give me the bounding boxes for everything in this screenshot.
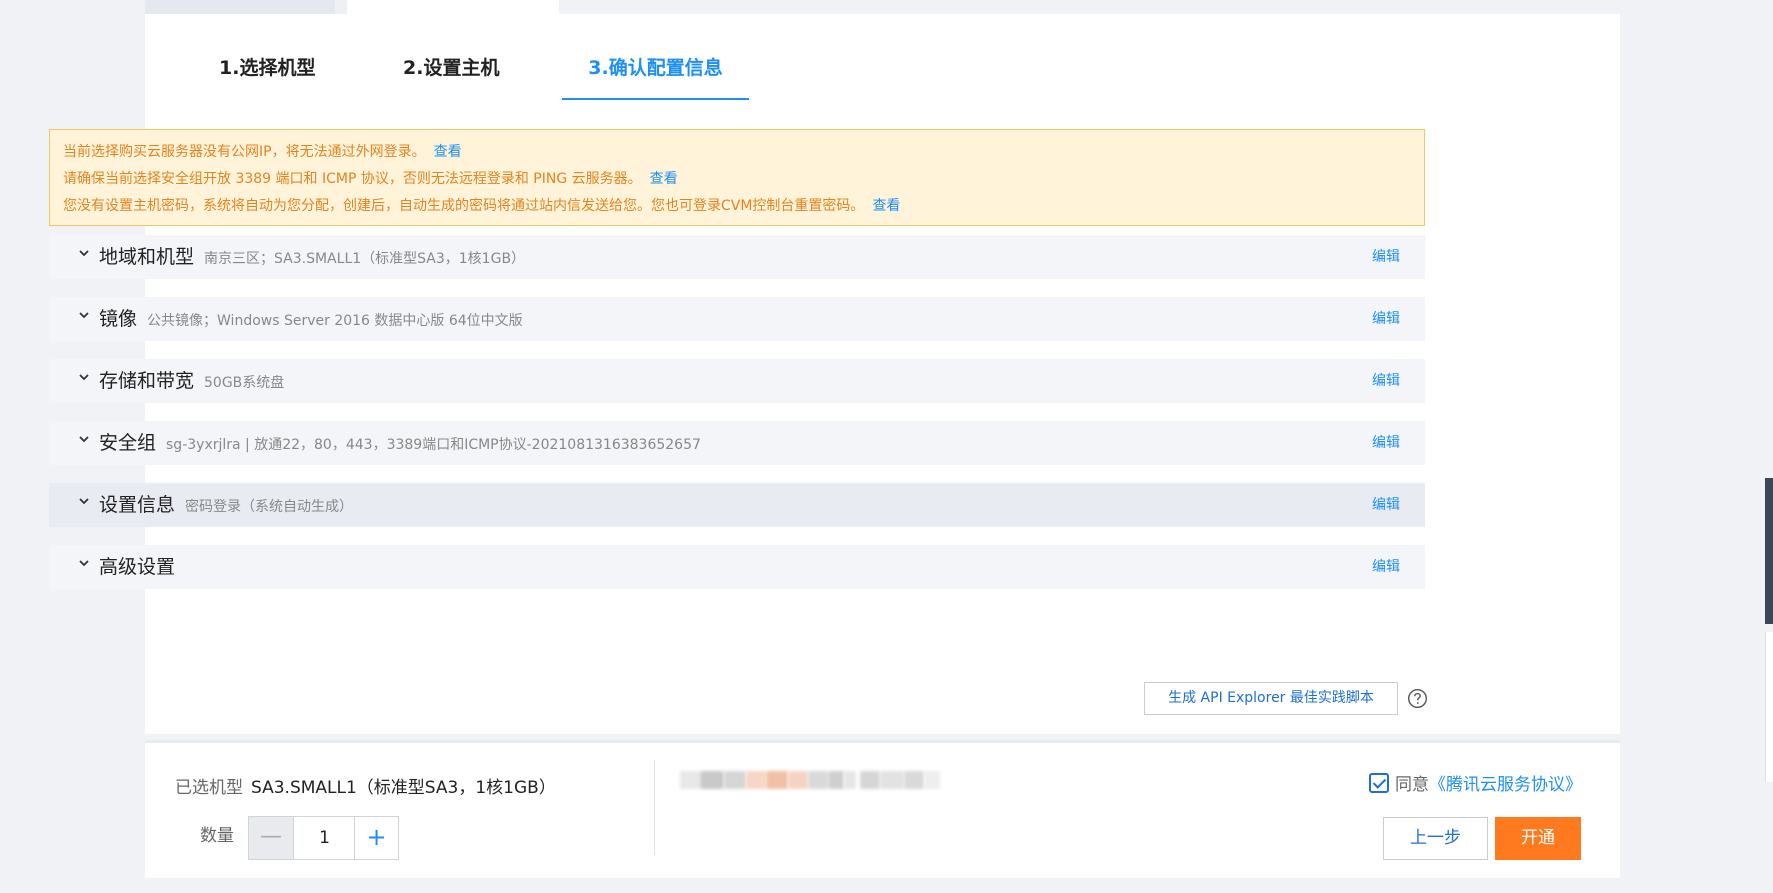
section-summary: 公共镜像；Windows Server 2016 数据中心版 64位中文版 [147, 313, 523, 329]
notice-view-link[interactable]: 查看 [650, 171, 678, 187]
blurred-price [680, 765, 950, 795]
section-advanced[interactable]: 高级设置 编辑 [49, 545, 1425, 589]
section-summary: 密码登录（系统自动生成） [185, 499, 354, 515]
notice-view-link[interactable]: 查看 [434, 144, 462, 160]
edit-link[interactable]: 编辑 [1372, 297, 1400, 341]
section-title: 设置信息 密码登录（系统自动生成） [99, 494, 354, 516]
chevron-down-icon[interactable] [76, 245, 92, 261]
notice-text: 请确保当前选择安全组开放 3389 端口和 ICMP 协议，否则无法远程登录和 … [63, 171, 642, 187]
quantity-input[interactable]: 1 [294, 817, 355, 859]
edit-link[interactable]: 编辑 [1372, 235, 1400, 279]
notice-text: 当前选择购买云服务器没有公网IP，将无法通过外网登录。 [63, 144, 426, 160]
edit-link[interactable]: 编辑 [1372, 359, 1400, 403]
top-tab-strip [145, 0, 1620, 14]
bottom-divider [654, 760, 655, 855]
section-title: 镜像 公共镜像；Windows Server 2016 数据中心版 64位中文版 [99, 308, 523, 330]
section-summary: sg-3yxrjlra | 放通22，80，443，3389端口和ICMP协议-… [166, 437, 701, 453]
quantity-increment-button[interactable]: + [354, 817, 398, 859]
section-storage-bandwidth[interactable]: 存储和带宽 50GB系统盘 编辑 [49, 359, 1425, 403]
section-image[interactable]: 镜像 公共镜像；Windows Server 2016 数据中心版 64位中文版 … [49, 297, 1425, 341]
section-region-model[interactable]: 地域和机型 南京三区；SA3.SMALL1（标准型SA3，1核1GB） 编辑 [49, 235, 1425, 279]
api-explorer-button[interactable]: 生成 API Explorer 最佳实践脚本 [1144, 682, 1398, 715]
top-tab-current [347, 0, 559, 14]
help-icon[interactable] [1407, 688, 1428, 709]
step-setup-host[interactable]: 2.设置主机 [403, 48, 563, 100]
selected-model-label: 已选机型 [175, 778, 243, 798]
section-summary: 50GB系统盘 [204, 375, 285, 391]
section-title: 地域和机型 南京三区；SA3.SMALL1（标准型SA3，1核1GB） [99, 246, 526, 268]
notice-text: 您没有设置主机密码，系统将自动为您分配，创建后，自动生成的密码将通过站内信发送给… [63, 198, 865, 214]
section-settings-info[interactable]: 设置信息 密码登录（系统自动生成） 编辑 [49, 483, 1425, 527]
top-tab-previous [145, 0, 335, 14]
notice-line: 请确保当前选择安全组开放 3389 端口和 ICMP 协议，否则无法远程登录和 … [63, 166, 1424, 193]
chevron-down-icon[interactable] [76, 555, 92, 571]
section-summary: 南京三区；SA3.SMALL1（标准型SA3，1核1GB） [204, 251, 526, 267]
edit-link[interactable]: 编辑 [1372, 421, 1400, 465]
step-confirm-config[interactable]: 3.确认配置信息 [562, 48, 749, 100]
section-title: 高级设置 [99, 556, 176, 578]
top-tab-gap [335, 0, 347, 14]
notice-line: 您没有设置主机密码，系统将自动为您分配，创建后，自动生成的密码将通过站内信发送给… [63, 193, 1424, 220]
quantity-stepper: — 1 + [248, 816, 399, 860]
edit-link[interactable]: 编辑 [1372, 545, 1400, 589]
edit-link[interactable]: 编辑 [1372, 483, 1400, 527]
chevron-down-icon[interactable] [76, 369, 92, 385]
section-security-group[interactable]: 安全组 sg-3yxrjlra | 放通22，80，443，3389端口和ICMP… [49, 421, 1425, 465]
quantity-label: 数量 [200, 826, 234, 846]
notice-line: 当前选择购买云服务器没有公网IP，将无法通过外网登录。 查看 [63, 139, 1424, 166]
section-title: 存储和带宽 50GB系统盘 [99, 370, 285, 392]
selected-model-value: SA3.SMALL1（标准型SA3，1核1GB） [251, 778, 556, 798]
step-nav: 1.选择机型 2.设置主机 3.确认配置信息 [195, 48, 895, 100]
chevron-down-icon[interactable] [76, 307, 92, 323]
section-title: 安全组 sg-3yxrjlra | 放通22，80，443，3389端口和ICMP… [99, 432, 701, 454]
bottom-bar: 已选机型 SA3.SMALL1（标准型SA3，1核1GB） 数量 — 1 + 同意… [145, 740, 1620, 878]
selected-model: 已选机型 SA3.SMALL1（标准型SA3，1核1GB） [175, 773, 556, 798]
quantity-decrement-button[interactable]: — [249, 817, 294, 859]
activate-button[interactable]: 开通 [1495, 817, 1581, 860]
step-select-model[interactable]: 1.选择机型 [219, 48, 379, 100]
chevron-down-icon[interactable] [76, 431, 92, 447]
previous-step-button[interactable]: 上一步 [1383, 817, 1488, 860]
service-agreement-link[interactable]: 《腾讯云服务协议》 [1429, 775, 1582, 795]
chevron-down-icon[interactable] [76, 493, 92, 509]
agree-checkbox[interactable] [1369, 772, 1389, 793]
notice-view-link[interactable]: 查看 [872, 198, 900, 214]
warning-notice: 当前选择购买云服务器没有公网IP，将无法通过外网登录。 查看 请确保当前选择安全组… [49, 129, 1425, 226]
right-edge-scroll-handle[interactable] [1765, 478, 1773, 624]
agree-terms: 同意《腾讯云服务协议》 [1369, 770, 1582, 796]
right-edge-panel [1765, 632, 1773, 782]
agree-text: 同意 [1395, 775, 1429, 795]
